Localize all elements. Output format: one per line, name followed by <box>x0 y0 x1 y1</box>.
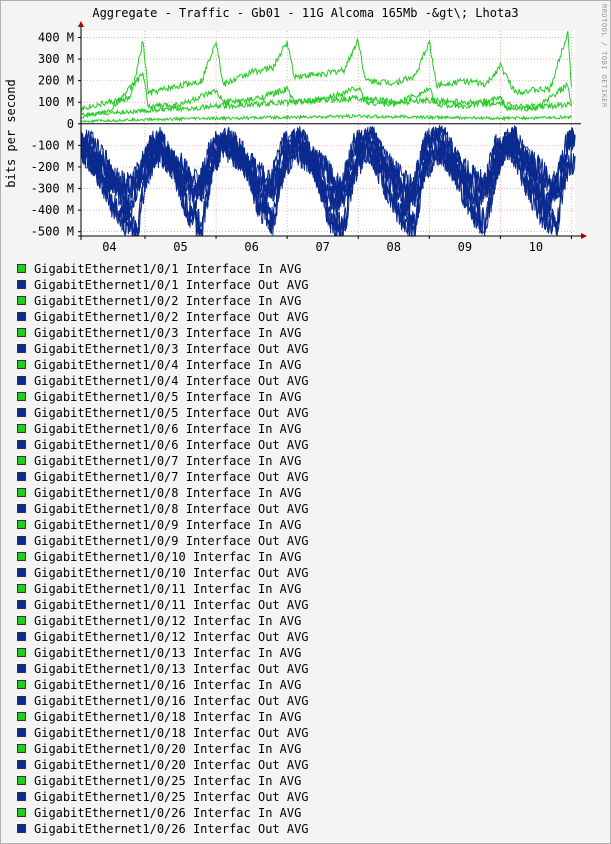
legend-label: GigabitEthernet1/0/4 Interface Out AVG <box>34 374 309 388</box>
x-tick-label: 05 <box>173 240 187 254</box>
legend-swatch <box>17 664 26 673</box>
y-tick-label: -200 M <box>31 160 74 174</box>
legend-swatch <box>17 536 26 545</box>
legend-swatch <box>17 328 26 337</box>
legend-swatch <box>17 616 26 625</box>
legend-label: GigabitEthernet1/0/9 Interface In AVG <box>34 518 302 532</box>
y-tick-label: 300 M <box>38 52 74 66</box>
legend-swatch <box>17 344 26 353</box>
legend-label: GigabitEthernet1/0/8 Interface In AVG <box>34 486 302 500</box>
legend-label: GigabitEthernet1/0/8 Interface Out AVG <box>34 502 309 516</box>
legend-label: GigabitEthernet1/0/25 Interfac Out AVG <box>34 790 309 804</box>
legend-swatch <box>17 456 26 465</box>
legend-label: GigabitEthernet1/0/20 Interfac Out AVG <box>34 758 309 772</box>
y-tick-label: -100 M <box>31 138 74 152</box>
legend-swatch <box>17 296 26 305</box>
legend-swatch <box>17 520 26 529</box>
legend-label: GigabitEthernet1/0/16 Interfac Out AVG <box>34 694 309 708</box>
legend-label: GigabitEthernet1/0/13 Interfac In AVG <box>34 646 302 660</box>
legend-swatch <box>17 408 26 417</box>
legend-label: GigabitEthernet1/0/18 Interfac Out AVG <box>34 726 309 740</box>
y-tick-label: 200 M <box>38 74 74 88</box>
legend-swatch <box>17 264 26 273</box>
legend-label: GigabitEthernet1/0/3 Interface In AVG <box>34 326 302 340</box>
x-tick-label: 07 <box>315 240 329 254</box>
legend-swatch <box>17 824 26 833</box>
legend-label: GigabitEthernet1/0/2 Interface Out AVG <box>34 310 309 324</box>
legend-swatch <box>17 280 26 289</box>
legend-swatch <box>17 312 26 321</box>
legend-swatch <box>17 808 26 817</box>
legend-swatch <box>17 712 26 721</box>
legend-label: GigabitEthernet1/0/10 Interfac Out AVG <box>34 566 309 580</box>
legend-label: GigabitEthernet1/0/11 Interfac In AVG <box>34 582 302 596</box>
legend-swatch <box>17 632 26 641</box>
legend-label: GigabitEthernet1/0/9 Interface Out AVG <box>34 534 309 548</box>
legend-swatch <box>17 776 26 785</box>
y-tick-label: -300 M <box>31 182 74 196</box>
legend-label: GigabitEthernet1/0/20 Interfac In AVG <box>34 742 302 756</box>
y-axis-arrow <box>78 21 84 27</box>
x-tick-label: 09 <box>458 240 472 254</box>
legend-swatch <box>17 760 26 769</box>
legend-swatch <box>17 728 26 737</box>
y-tick-label: 0 <box>67 117 74 131</box>
legend-swatch <box>17 440 26 449</box>
legend-swatch <box>17 744 26 753</box>
x-tick-label: 08 <box>387 240 401 254</box>
y-tick-label: 100 M <box>38 95 74 109</box>
traffic-chart: 400 M 300 M 200 M 100 M 0 -100 M -200 M -300 M -… <box>4 21 587 254</box>
legend-label: GigabitEthernet1/0/10 Interfac In AVG <box>34 550 302 564</box>
legend-swatch <box>17 696 26 705</box>
legend-swatch <box>17 472 26 481</box>
legend-swatch <box>17 392 26 401</box>
legend-swatch <box>17 680 26 689</box>
x-tick-label: 10 <box>529 240 543 254</box>
legend-label: GigabitEthernet1/0/1 Interface Out AVG <box>34 278 309 292</box>
legend-label: GigabitEthernet1/0/6 Interface Out AVG <box>34 438 309 452</box>
legend-label: GigabitEthernet1/0/12 Interfac In AVG <box>34 614 302 628</box>
legend-label: GigabitEthernet1/0/11 Interfac Out AVG <box>34 598 309 612</box>
legend-swatch <box>17 568 26 577</box>
legend-swatch <box>17 792 26 801</box>
legend-label: GigabitEthernet1/0/25 Interfac In AVG <box>34 774 302 788</box>
y-axis-label: bits per second <box>4 79 18 187</box>
legend-swatch <box>17 600 26 609</box>
legend-label: GigabitEthernet1/0/7 Interface Out AVG <box>34 470 309 484</box>
legend-swatch <box>17 584 26 593</box>
legend-swatch <box>17 504 26 513</box>
legend-swatch <box>17 424 26 433</box>
y-tick-label: -400 M <box>31 203 74 217</box>
y-tick-label: -500 M <box>31 225 74 239</box>
legend-label: GigabitEthernet1/0/4 Interface In AVG <box>34 358 302 372</box>
legend-label: GigabitEthernet1/0/18 Interfac In AVG <box>34 710 302 724</box>
x-tick-label: 06 <box>244 240 258 254</box>
legend-label: GigabitEthernet1/0/3 Interface Out AVG <box>34 342 309 356</box>
legend-label: GigabitEthernet1/0/26 Interfac Out AVG <box>34 822 309 836</box>
x-axis-arrow <box>581 233 587 239</box>
legend-label: GigabitEthernet1/0/5 Interface Out AVG <box>34 406 309 420</box>
legend-swatch <box>17 360 26 369</box>
legend-label: GigabitEthernet1/0/5 Interface In AVG <box>34 390 302 404</box>
y-tick-label: 400 M <box>38 30 74 44</box>
legend-swatch <box>17 552 26 561</box>
legend-label: GigabitEthernet1/0/26 Interfac In AVG <box>34 806 302 820</box>
legend-label: GigabitEthernet1/0/16 Interfac In AVG <box>34 678 302 692</box>
legend-label: GigabitEthernet1/0/12 Interfac Out AVG <box>34 630 309 644</box>
legend-label: GigabitEthernet1/0/13 Interfac Out AVG <box>34 662 309 676</box>
legend-swatch <box>17 376 26 385</box>
legend-label: GigabitEthernet1/0/6 Interface In AVG <box>34 422 302 436</box>
legend-label: GigabitEthernet1/0/2 Interface In AVG <box>34 294 302 308</box>
x-tick-label: 04 <box>102 240 116 254</box>
legend-swatch <box>17 488 26 497</box>
legend-label: GigabitEthernet1/0/7 Interface In AVG <box>34 454 302 468</box>
legend-swatch <box>17 648 26 657</box>
legend-label: GigabitEthernet1/0/1 Interface In AVG <box>34 262 302 276</box>
